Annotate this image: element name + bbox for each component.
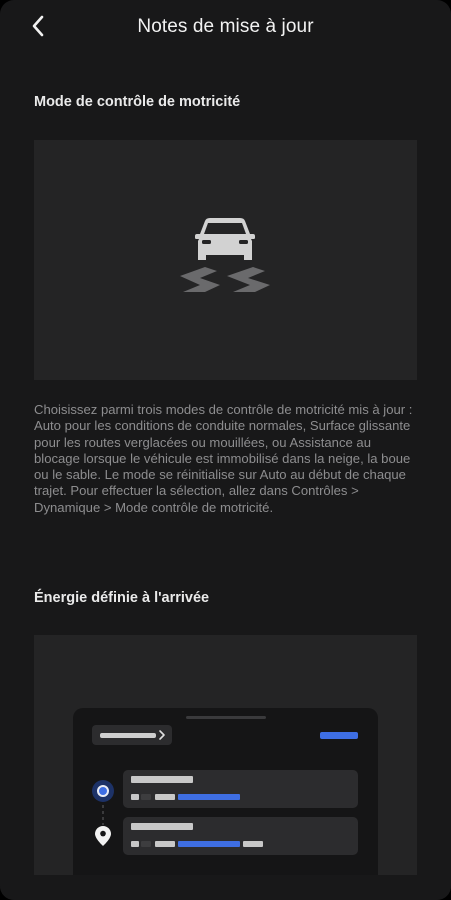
page-title: Notes de mise à jour bbox=[137, 16, 314, 37]
mockup-action-button bbox=[320, 732, 358, 739]
mockup-destination-chip bbox=[92, 725, 172, 745]
top-bar: Notes de mise à jour bbox=[0, 0, 451, 56]
section-heading-arrival-energy: Énergie définie à l'arrivée bbox=[34, 590, 210, 606]
section-heading-traction-control: Mode de contrôle de motricité bbox=[34, 94, 241, 110]
route-line bbox=[102, 805, 104, 825]
mockup-origin-row bbox=[123, 770, 358, 808]
traction-control-description: Choisissez parmi trois modes de contrôle… bbox=[34, 402, 413, 515]
bottom-fade bbox=[0, 875, 451, 900]
chevron-right-icon bbox=[159, 730, 165, 740]
traction-control-illustration bbox=[34, 140, 417, 380]
mockup-destination-row bbox=[123, 817, 358, 855]
destination-pin-icon bbox=[95, 826, 111, 846]
origin-dot-icon bbox=[92, 780, 114, 802]
release-notes-screen: Notes de mise à jour Mode de contrôle de… bbox=[0, 0, 451, 900]
trip-planner-mockup bbox=[73, 708, 378, 900]
drag-handle bbox=[186, 716, 266, 719]
car-slippery-road-icon bbox=[180, 218, 270, 292]
